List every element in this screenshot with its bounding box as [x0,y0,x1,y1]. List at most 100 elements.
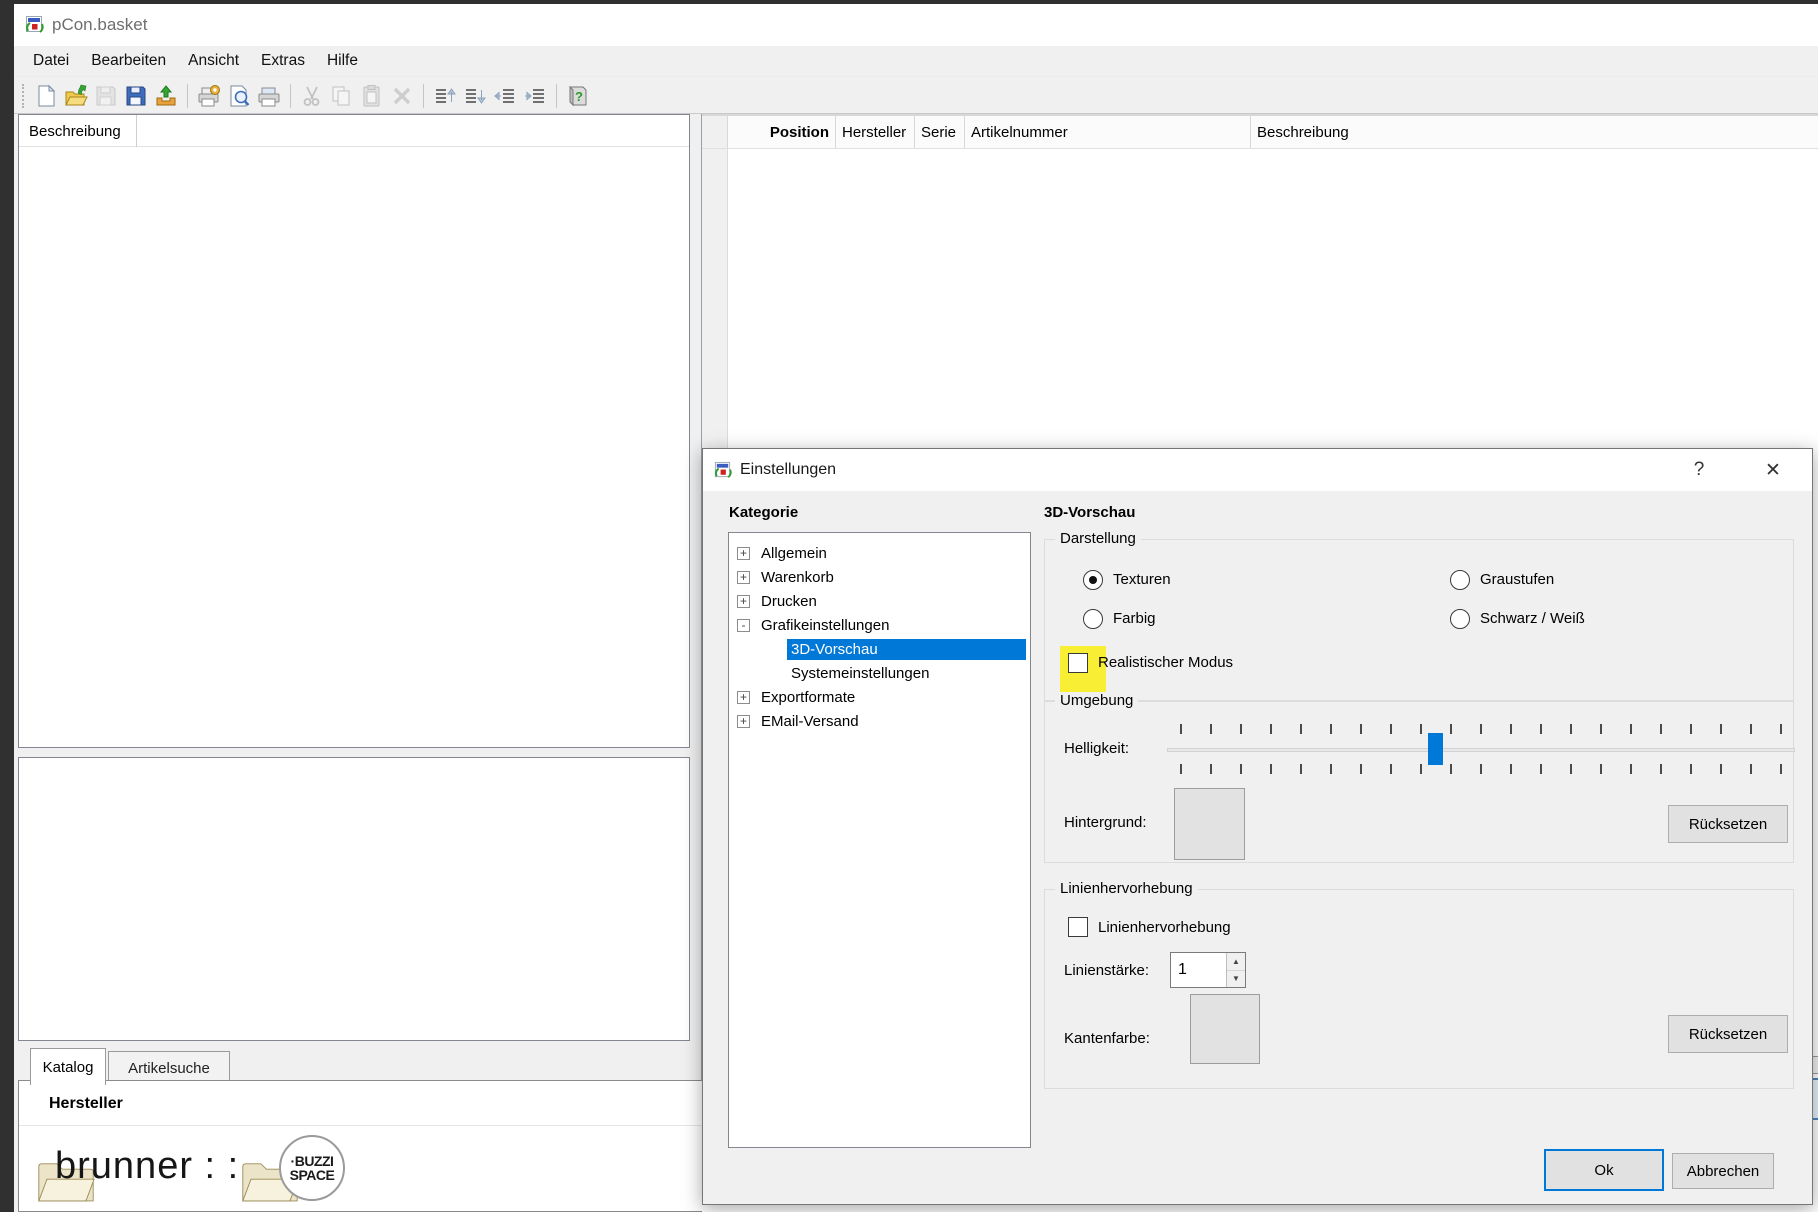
hintergrund-color-swatch[interactable] [1174,788,1245,860]
help-book-icon[interactable]: ? [563,82,593,110]
spinner-buttons: ▲ ▼ [1226,953,1245,987]
dialog-title-bar: Einstellungen ? ✕ [703,449,1812,491]
kategorie-label: Kategorie [729,504,798,521]
graustufen-radio[interactable] [1450,570,1470,590]
ok-button[interactable]: Ok [1544,1149,1664,1191]
dialog-app-icon [713,461,732,480]
column-header-artikelnummer[interactable]: Artikelnummer [965,116,1251,148]
title-bar: pCon.basket [14,4,1818,46]
table-row-header-strip [702,149,728,454]
move-up-icon[interactable] [430,82,460,110]
helligkeit-slider-track[interactable] [1167,748,1795,752]
table-header-row: Position Hersteller Serie Artikelnummer … [702,114,1818,149]
menu-ansicht[interactable]: Ansicht [177,48,250,74]
tree-item-systemeinstellungen[interactable]: Systemeinstellungen [767,661,1026,685]
umgebung-group-title: Umgebung [1055,692,1138,709]
menu-extras[interactable]: Extras [250,48,316,74]
delete-icon [387,82,417,110]
slider-ticks-bottom [1180,764,1784,774]
brunner-logo: brunner : : [55,1145,239,1188]
kantenfarbe-color-swatch[interactable] [1190,994,1260,1064]
column-header-hersteller[interactable]: Hersteller [836,116,915,148]
print-icon[interactable] [254,82,284,110]
menu-hilfe[interactable]: Hilfe [316,48,369,74]
linien-group-title: Linienhervorhebung [1055,880,1198,897]
umgebung-group: Umgebung Helligkeit: Hintergrund: Rückse… [1044,701,1794,863]
expand-plus-icon[interactable]: + [737,571,750,584]
menu-datei[interactable]: Datei [22,48,80,74]
dialog-help-button[interactable]: ? [1676,449,1722,491]
print-settings-icon[interactable] [194,82,224,110]
expand-plus-icon[interactable]: + [737,547,750,560]
description-column-header[interactable]: Beschreibung [19,115,137,147]
toolbar-separator [423,84,424,108]
tree-item-email-versand[interactable]: + EMail-Versand [737,709,1026,733]
tree-item-drucken[interactable]: + Drucken [737,589,1026,613]
helligkeit-label: Helligkeit: [1064,740,1129,757]
schwarz-weiss-label[interactable]: Schwarz / Weiß [1480,610,1585,627]
import-icon[interactable] [151,82,181,110]
linien-ruecksetzen-button[interactable]: Rücksetzen [1668,1015,1788,1053]
tab-katalog[interactable]: Katalog [30,1048,106,1085]
linienstaerke-input[interactable] [1171,953,1226,987]
save-icon [91,82,121,110]
expand-plus-icon[interactable]: + [737,595,750,608]
column-header-serie[interactable]: Serie [915,116,965,148]
svg-text:?: ? [575,89,583,104]
linienhervorhebung-label[interactable]: Linienhervorhebung [1098,919,1231,936]
kantenfarbe-label: Kantenfarbe: [1064,1030,1150,1047]
realistischer-modus-label[interactable]: Realistischer Modus [1098,654,1233,671]
column-header-beschreibung[interactable]: Beschreibung [1251,116,1818,148]
menu-bar: Datei Bearbeiten Ansicht Extras Hilfe [14,46,1818,77]
save-as-icon[interactable] [121,82,151,110]
texturen-radio[interactable] [1083,570,1103,590]
expand-plus-icon[interactable]: + [737,715,750,728]
print-preview-icon[interactable] [224,82,254,110]
catalog-content-panel: Hersteller brunner : : Brunner ·BUZZI SP… [18,1080,702,1212]
toolbar-grip[interactable] [22,84,25,108]
description-header-row: Beschreibung [19,115,689,147]
page-title: 3D-Vorschau [1044,504,1135,521]
new-file-icon[interactable] [31,82,61,110]
outdent-icon[interactable] [490,82,520,110]
graustufen-label[interactable]: Graustufen [1480,571,1554,588]
toolbar: ? [14,78,1818,114]
darstellung-group-title: Darstellung [1055,530,1141,547]
linienhervorhebung-checkbox[interactable] [1068,917,1088,937]
divider [19,1125,702,1126]
spin-down-icon[interactable]: ▼ [1227,971,1245,988]
hintergrund-label: Hintergrund: [1064,814,1147,831]
collapse-minus-icon[interactable]: - [737,619,750,632]
dialog-title: Einstellungen [740,461,836,479]
indent-icon[interactable] [520,82,550,110]
tree-item-allgemein[interactable]: + Allgemein [737,541,1026,565]
farbig-label[interactable]: Farbig [1113,610,1156,627]
schwarz-weiss-radio[interactable] [1450,609,1470,629]
expand-plus-icon[interactable]: + [737,691,750,704]
tree-item-exportformate[interactable]: + Exportformate [737,685,1026,709]
tree-item-grafikeinstellungen[interactable]: - Grafikeinstellungen [737,613,1026,637]
linienstaerke-spinner: ▲ ▼ [1170,952,1246,988]
column-header-position[interactable]: Position [728,116,836,148]
tree-item-3d-vorschau[interactable]: 3D-Vorschau [767,637,1026,661]
manufacturer-item-brunner[interactable]: brunner : : Brunner [37,1131,257,1211]
manufacturer-item-buzzispace[interactable]: ·BUZZI SPACE Buzzispace [241,1131,371,1211]
umgebung-ruecksetzen-button[interactable]: Rücksetzen [1668,805,1788,843]
open-folder-icon[interactable] [61,82,91,110]
toolbar-separator [290,84,291,108]
cut-icon [297,82,327,110]
texturen-label[interactable]: Texturen [1113,571,1171,588]
tree-item-warenkorb[interactable]: + Warenkorb [737,565,1026,589]
abbrechen-button[interactable]: Abbrechen [1672,1153,1774,1189]
menu-bearbeiten[interactable]: Bearbeiten [80,48,177,74]
farbig-radio[interactable] [1083,609,1103,629]
description-panel: Beschreibung [18,114,690,748]
helligkeit-slider-thumb[interactable] [1428,733,1443,765]
spin-up-icon[interactable]: ▲ [1227,953,1245,971]
dialog-close-button[interactable]: ✕ [1750,449,1796,491]
realistischer-modus-checkbox[interactable] [1068,653,1088,673]
move-down-icon[interactable] [460,82,490,110]
linienhervorhebung-group: Linienhervorhebung Linienhervorhebung Li… [1044,889,1794,1089]
toolbar-separator [556,84,557,108]
darstellung-group: Darstellung Texturen Graustufen Farbig S… [1044,539,1794,701]
